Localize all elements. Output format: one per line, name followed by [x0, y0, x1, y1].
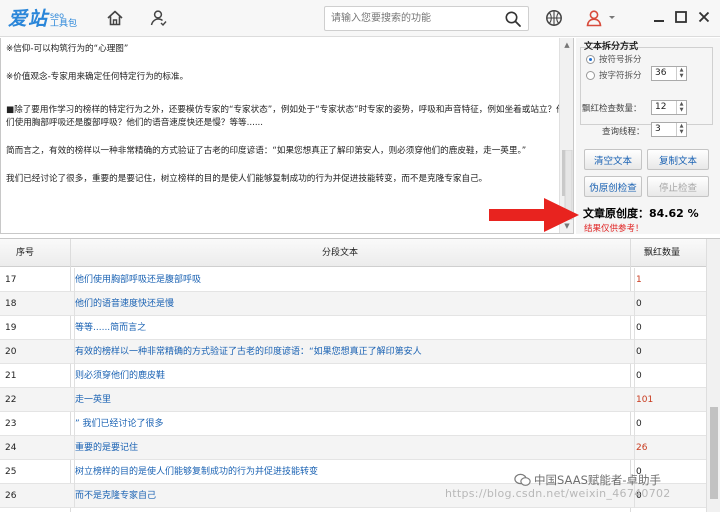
table-row[interactable]: 24 重要的是要记住 26 [0, 436, 706, 460]
red-arrow-icon [489, 198, 579, 232]
row-index: 24 [5, 443, 17, 453]
row-text: 等等......简而言之 [74, 316, 630, 340]
row-index: 21 [5, 371, 17, 381]
header-segment-text[interactable]: 分段文本 [322, 239, 358, 267]
title-bar: 爱站 seo 工具包 [0, 0, 720, 37]
split-by-symbol-option[interactable]: 按符号拆分 [586, 53, 642, 65]
row-count: 0 [634, 412, 704, 436]
stepper-arrows-icon[interactable]: ▲ ▼ [676, 67, 686, 80]
search-icon[interactable] [504, 10, 522, 28]
user-icon[interactable] [148, 8, 168, 28]
close-icon[interactable] [696, 9, 712, 25]
row-count: 0 [634, 364, 704, 388]
threads-label: 查询线程： [602, 127, 645, 137]
result-note: 结果仅供参考！ [584, 224, 644, 234]
wechat-icon [514, 473, 531, 486]
home-icon[interactable] [105, 8, 125, 28]
row-count: 1 [634, 268, 704, 292]
row-index: 19 [5, 323, 17, 333]
minimize-icon[interactable] [651, 9, 667, 25]
radio-unselected-icon[interactable] [586, 70, 595, 80]
clear-text-button[interactable]: 清空文本 [584, 149, 642, 170]
copy-text-button[interactable]: 复制文本 [647, 149, 709, 170]
table-scrollbar[interactable] [706, 239, 720, 512]
app-logo: 爱站 seo 工具包 [8, 5, 77, 31]
table-header: 序号 分段文本 飘红数量 [0, 239, 706, 267]
split-by-char-label: 按字符拆分 [599, 71, 642, 81]
row-index: 23 [5, 419, 17, 429]
row-text: ” 我们已经讨论了很多 [74, 412, 630, 436]
text-paragraph-2: ※价值观念-专家用来确定任何特定行为的标准。 [6, 72, 189, 82]
scroll-up-icon[interactable]: ▲ [563, 41, 571, 49]
row-text: 他们的语音速度快还是慢 [74, 292, 630, 316]
table-scrollbar-thumb[interactable] [710, 407, 718, 499]
split-by-char-option[interactable]: 按字符拆分 [586, 69, 642, 81]
wechat-watermark-text: 中国SAAS赋能者-卓助手 [534, 473, 662, 487]
basketball-icon[interactable] [544, 8, 564, 28]
search-box[interactable] [324, 6, 529, 31]
stop-check-button[interactable]: 停止检查 [647, 176, 709, 197]
check-count-value: 12 [655, 102, 667, 112]
text-paragraph-1: ※信仰-可以构筑行为的“心理图” [6, 44, 129, 54]
account-dropdown-icon[interactable] [607, 9, 617, 25]
threads-value: 3 [655, 124, 661, 134]
header-red-count[interactable]: 飘红数量 [644, 239, 680, 267]
row-index: 18 [5, 299, 17, 309]
row-index: 17 [5, 275, 17, 285]
row-index: 22 [5, 395, 17, 405]
stepper-arrows-icon[interactable]: ▲ ▼ [676, 123, 686, 136]
radio-selected-icon[interactable] [586, 54, 595, 64]
char-count-value: 36 [655, 68, 667, 78]
text-paragraph-4: 简而言之，有效的榜样以一种非常精确的方式验证了古老的印度谚语：“如果您想真正了解… [6, 146, 527, 156]
search-input[interactable] [331, 10, 501, 27]
row-index: 26 [5, 491, 17, 501]
stepper-arrows-icon[interactable]: ▲ ▼ [676, 101, 686, 114]
source-text-area[interactable]: ※信仰-可以构筑行为的“心理图” ※价值观念-专家用来确定任何特定行为的标准。 … [0, 38, 574, 234]
threads-stepper[interactable]: 3 ▲ ▼ [651, 122, 687, 137]
split-options-title: 文本拆分方式 [584, 42, 639, 52]
row-text: 他们使用胸部呼吸还是腹部呼吸 [74, 268, 630, 292]
text-paragraph-3: ■除了要用作学习的榜样的特定行为之外，还要模仿专家的“专家状态”，例如处于“专家… [6, 105, 565, 128]
row-count: 101 [634, 388, 704, 412]
row-text: 则必须穿他们的鹿皮鞋 [74, 364, 630, 388]
segment-table: 序号 分段文本 飘红数量 17 他们使用胸部呼吸还是腹部呼吸 1 18 他们的语… [0, 238, 720, 512]
row-index: 20 [5, 347, 17, 357]
account-icon[interactable] [584, 8, 604, 28]
logo-main-text: 爱站 [8, 8, 49, 30]
row-index: 25 [5, 467, 17, 477]
split-by-symbol-label: 按符号拆分 [599, 55, 642, 65]
table-row[interactable]: 19 等等......简而言之 0 [0, 316, 706, 340]
table-row[interactable]: 21 则必须穿他们的鹿皮鞋 0 [0, 364, 706, 388]
table-row[interactable]: 20 有效的榜样以一种非常精确的方式验证了古老的印度谚语：“如果您想真正了解印第… [0, 340, 706, 364]
header-index[interactable]: 序号 [16, 239, 34, 267]
row-count: 26 [634, 436, 704, 460]
row-text: 走一英里 [74, 388, 630, 412]
maximize-icon[interactable] [673, 9, 689, 25]
wechat-watermark: 中国SAAS赋能者-卓助手 [514, 472, 661, 488]
originality-result: 文章原创度：84.62 % [583, 207, 699, 220]
table-row[interactable]: 17 他们使用胸部呼吸还是腹部呼吸 1 [0, 268, 706, 292]
check-count-stepper[interactable]: 12 ▲ ▼ [651, 100, 687, 115]
char-count-stepper[interactable]: 36 ▲ ▼ [651, 66, 687, 81]
row-text: 有效的榜样以一种非常精确的方式验证了古老的印度谚语：“如果您想真正了解印第安人 [74, 340, 630, 364]
row-count: 0 [634, 340, 704, 364]
row-count: 0 [634, 316, 704, 340]
check-count-label: 飘红检查数量： [582, 104, 642, 114]
pseudo-original-check-button[interactable]: 伪原创检查 [584, 176, 642, 197]
logo-sub: seo 工具包 [50, 11, 77, 29]
row-count: 0 [634, 292, 704, 316]
url-watermark: https://blog.csdn.net/weixin_46740702 [445, 487, 671, 500]
text-paragraph-5: 我们已经讨论了很多，重要的是要记住，树立榜样的目的是使人们能够复制成功的行为并促… [6, 174, 488, 184]
row-text: 重要的是要记住 [74, 436, 630, 460]
logo-tool-text: 工具包 [50, 19, 78, 29]
table-row[interactable]: 23 ” 我们已经讨论了很多 0 [0, 412, 706, 436]
table-row[interactable]: 18 他们的语音速度快还是慢 0 [0, 292, 706, 316]
table-row[interactable]: 22 走一英里 101 [0, 388, 706, 412]
